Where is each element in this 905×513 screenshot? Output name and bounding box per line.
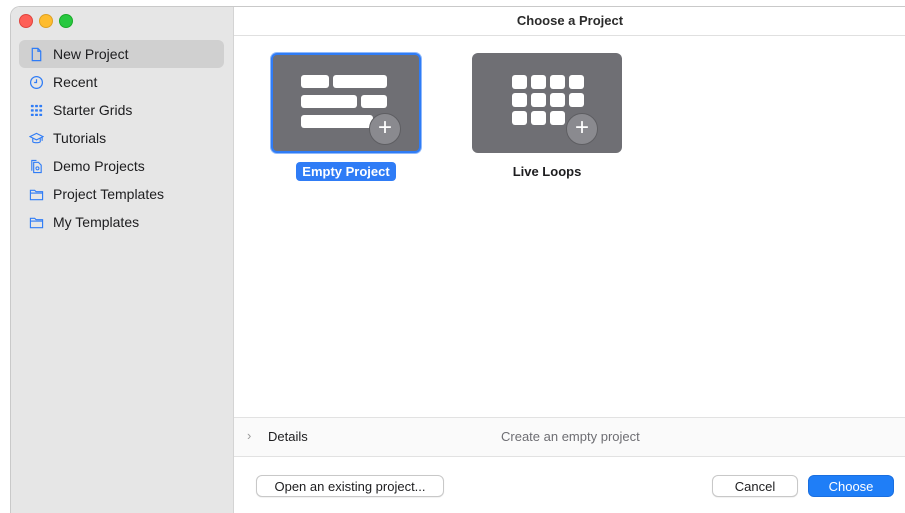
live-loops-tile[interactable]: +	[472, 53, 622, 153]
plus-icon: +	[566, 113, 598, 145]
open-existing-project-button[interactable]: Open an existing project...	[256, 475, 444, 497]
window-title: Choose a Project	[234, 7, 905, 36]
sidebar-list: New Project Recent Starter Grids Tutoria…	[19, 40, 224, 236]
grid-icon	[28, 102, 44, 118]
empty-project-label[interactable]: Empty Project	[271, 162, 421, 181]
live-loops-label[interactable]: Live Loops	[472, 164, 622, 179]
sidebar-item-label: Starter Grids	[53, 102, 133, 118]
folder-icon	[28, 186, 44, 202]
sidebar-item-label: Recent	[53, 74, 98, 90]
details-toggle[interactable]: Details	[268, 429, 308, 444]
chevron-right-icon[interactable]: ›	[247, 428, 251, 443]
close-window-button[interactable]	[19, 14, 33, 28]
choose-button[interactable]: Choose	[808, 475, 894, 497]
live-loops-grid-icon	[512, 75, 584, 125]
sidebar-item-project-templates[interactable]: Project Templates	[19, 180, 224, 208]
empty-project-tile[interactable]: +	[271, 53, 421, 153]
zoom-window-button[interactable]	[59, 14, 73, 28]
sidebar-item-label: New Project	[53, 46, 129, 62]
sidebar-item-my-templates[interactable]: My Templates	[19, 208, 224, 236]
sidebar-item-demo-projects[interactable]: Demo Projects	[19, 152, 224, 180]
main-panel: Choose a Project + + Empty Project Live …	[234, 7, 905, 513]
document-icon	[28, 46, 44, 62]
plus-icon: +	[369, 113, 401, 145]
sidebar-item-new-project[interactable]: New Project	[19, 40, 224, 68]
documents-icon	[28, 158, 44, 174]
clock-icon	[28, 74, 44, 90]
folder-icon	[28, 214, 44, 230]
graduation-cap-icon	[28, 130, 44, 146]
sidebar-item-label: Project Templates	[53, 186, 165, 202]
minimize-window-button[interactable]	[39, 14, 53, 28]
project-label-text: Empty Project	[296, 162, 396, 181]
sidebar: New Project Recent Starter Grids Tutoria…	[11, 7, 234, 513]
sidebar-item-label: Demo Projects	[53, 158, 145, 174]
sidebar-item-label: Tutorials	[53, 130, 107, 146]
sidebar-item-starter-grids[interactable]: Starter Grids	[19, 96, 224, 124]
cancel-button[interactable]: Cancel	[712, 475, 798, 497]
project-chooser-window: New Project Recent Starter Grids Tutoria…	[10, 6, 905, 513]
sidebar-item-tutorials[interactable]: Tutorials	[19, 124, 224, 152]
details-description: Create an empty project	[501, 429, 640, 444]
details-bar: › Details Create an empty project	[234, 417, 905, 457]
sidebar-item-recent[interactable]: Recent	[19, 68, 224, 96]
sidebar-item-label: My Templates	[53, 214, 140, 230]
